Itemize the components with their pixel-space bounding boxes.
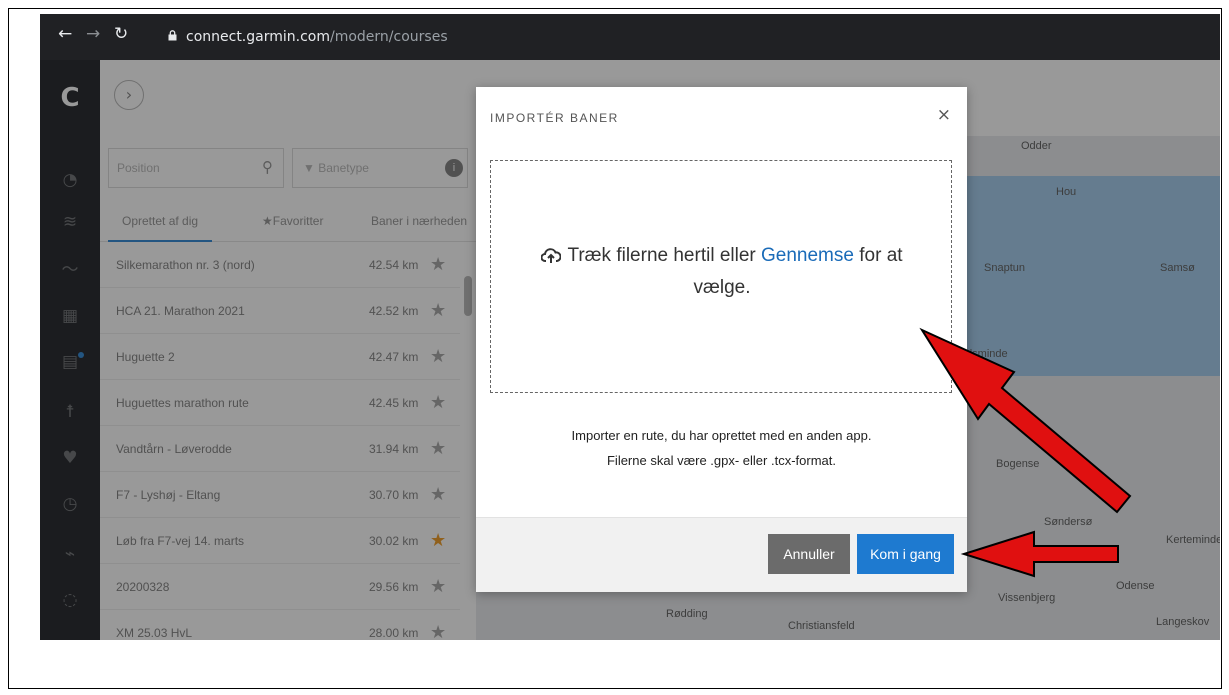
back-icon[interactable]: ← bbox=[58, 24, 72, 44]
import-info: Importer en rute, du har oprettet med en… bbox=[476, 423, 967, 473]
dialog-footer: Annuller Kom i gang bbox=[476, 517, 967, 592]
import-courses-dialog: IMPORTÉR BANER × Træk filerne hertil ell… bbox=[476, 87, 967, 592]
info-line-2: Filerne skal være .gpx- eller .tcx-forma… bbox=[606, 453, 836, 468]
cancel-button[interactable]: Annuller bbox=[768, 534, 850, 574]
address-bar[interactable]: connect.garmin.com/modern/courses bbox=[186, 29, 448, 45]
dropzone-text: Træk filerne hertil eller Gennemse for a… bbox=[513, 240, 931, 304]
url-host: connect.garmin.com bbox=[186, 29, 330, 45]
info-line-1: Importer en rute, du har oprettet med en… bbox=[571, 428, 872, 443]
close-icon[interactable]: × bbox=[937, 105, 951, 125]
dialog-title: IMPORTÉR BANER bbox=[490, 111, 619, 125]
browse-link[interactable]: Gennemse bbox=[761, 245, 854, 266]
forward-icon[interactable]: → bbox=[86, 24, 100, 44]
url-path: /modern/courses bbox=[330, 29, 448, 45]
file-dropzone[interactable]: Træk filerne hertil eller Gennemse for a… bbox=[490, 160, 952, 393]
lock-icon bbox=[168, 30, 177, 41]
get-started-button[interactable]: Kom i gang bbox=[857, 534, 954, 574]
cloud-upload-icon bbox=[541, 248, 562, 263]
browser-toolbar: ← → ↻ connect.garmin.com/modern/courses bbox=[40, 14, 1220, 60]
reload-icon[interactable]: ↻ bbox=[114, 24, 128, 44]
